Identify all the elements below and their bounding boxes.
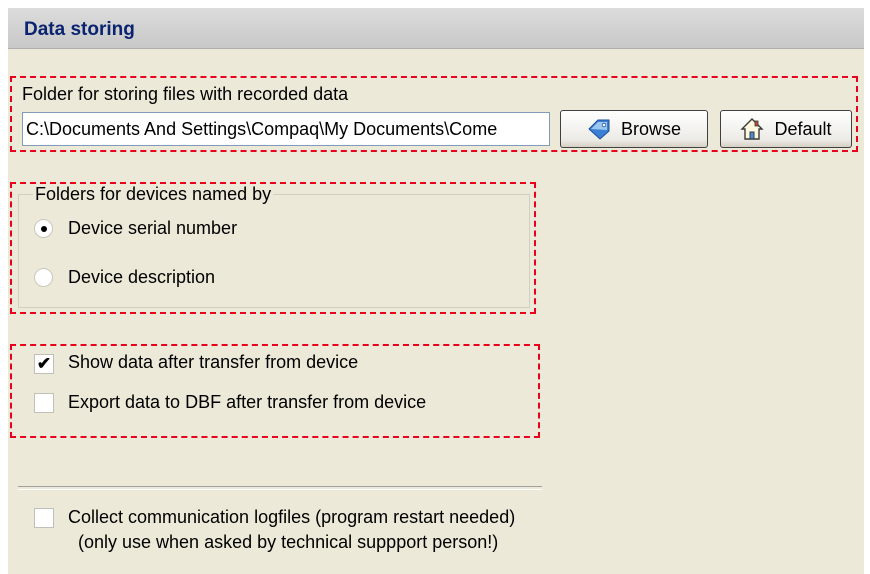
logging-label-line1[interactable]: Collect communication logfiles (program … (68, 507, 515, 528)
tag-icon (587, 117, 611, 141)
browse-button[interactable]: Browse (560, 110, 708, 148)
settings-panel: Data storing Folder for storing files wi… (8, 8, 864, 574)
radio-serial-number[interactable] (34, 219, 53, 238)
radio-serial-number-label[interactable]: Device serial number (68, 218, 237, 239)
radio-device-description-label[interactable]: Device description (68, 267, 215, 288)
default-button[interactable]: Default (720, 110, 852, 148)
storage-folder-label: Folder for storing files with recorded d… (22, 84, 349, 104)
logging-label-line2: (only use when asked by technical supppo… (78, 532, 499, 552)
naming-group-legend: Folders for devices named by (33, 184, 274, 205)
default-button-label: Default (774, 118, 832, 139)
separator-line (18, 486, 542, 490)
export-dbf-checkbox[interactable] (34, 393, 54, 413)
section-title: Data storing (24, 19, 135, 40)
radio-selected-dot (41, 226, 47, 232)
radio-device-description[interactable] (34, 268, 53, 287)
show-data-label[interactable]: Show data after transfer from device (68, 352, 358, 373)
naming-groupbox (18, 194, 530, 308)
export-dbf-label[interactable]: Export data to DBF after transfer from d… (68, 392, 426, 413)
storage-path-input[interactable]: C:\Documents And Settings\Compaq\My Docu… (22, 112, 550, 146)
browse-button-label: Browse (620, 118, 682, 139)
section-header: Data storing (8, 8, 864, 49)
logging-checkbox[interactable] (34, 508, 54, 528)
home-icon (740, 117, 765, 141)
show-data-checkbox[interactable]: ✔ (34, 354, 54, 374)
